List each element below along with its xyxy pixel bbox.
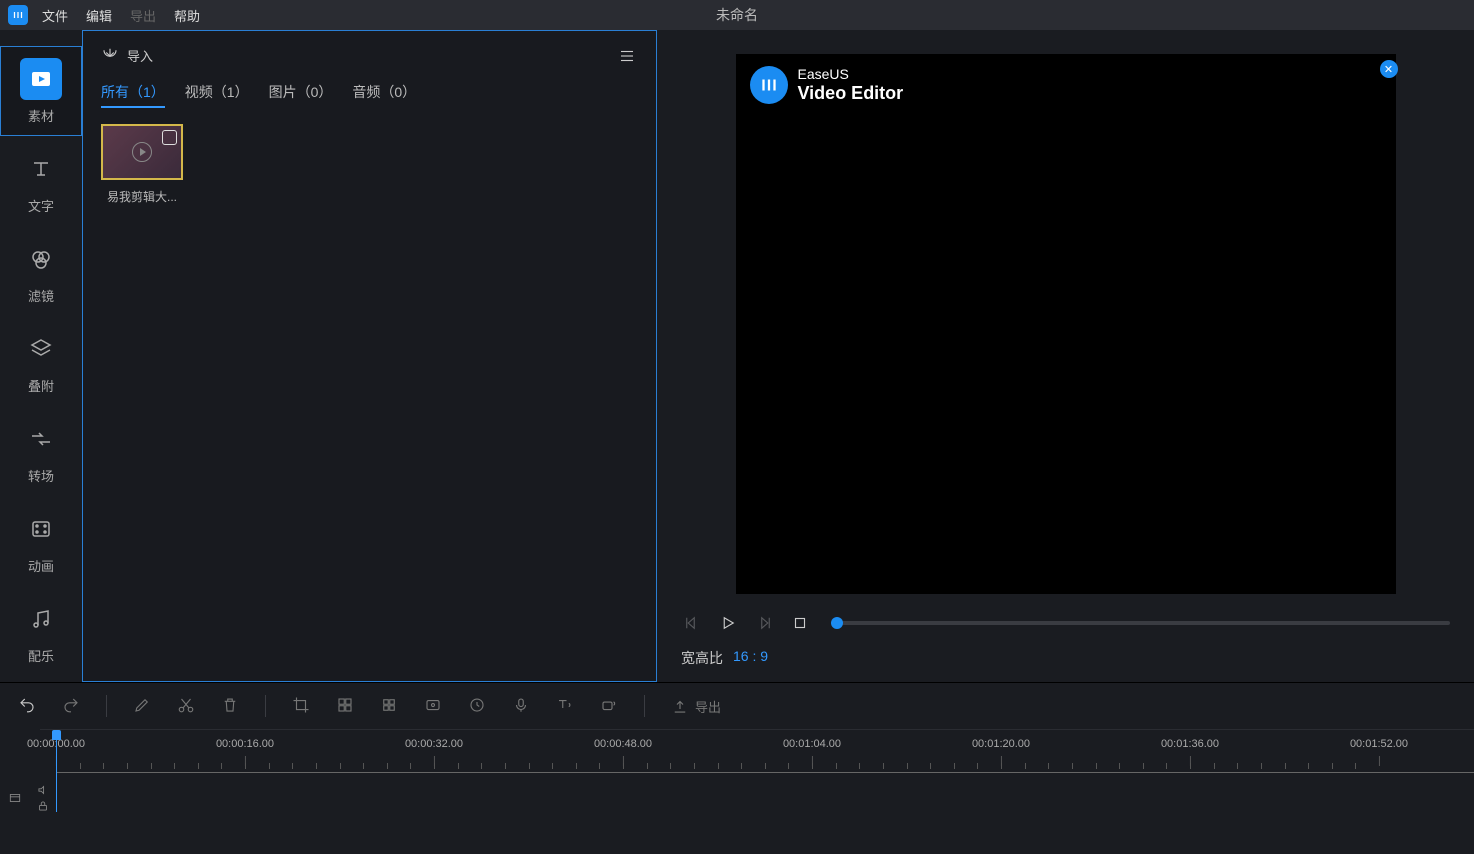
- view-toggle-button[interactable]: [618, 47, 636, 68]
- edit-button[interactable]: [133, 696, 151, 717]
- redo-button[interactable]: [62, 696, 80, 717]
- watermark-logo-icon: [750, 66, 788, 104]
- undo-button[interactable]: [18, 696, 36, 717]
- voiceover-button[interactable]: [512, 696, 530, 717]
- next-frame-button[interactable]: [753, 612, 775, 634]
- ruler-tick: 00:01:04.00: [783, 738, 841, 750]
- transition-icon: [20, 418, 62, 460]
- media-item[interactable]: 易我剪辑大...: [101, 124, 183, 205]
- overlay-icon: [20, 328, 62, 370]
- export-label: 导出: [695, 697, 721, 716]
- timeline-tracks: [0, 773, 1474, 823]
- filter-icon: [20, 238, 62, 280]
- animation-icon: [20, 508, 62, 550]
- timeline-area: 导出 00:00:00.0000:00:16.0000:00:32.0000:0…: [0, 682, 1474, 854]
- preview-panel: EaseUS Video Editor ✕: [657, 30, 1474, 682]
- sidebar-label-music: 配乐: [28, 646, 54, 665]
- tab-video[interactable]: 视频（1）: [185, 82, 249, 108]
- sidebar: 素材 文字 滤镜 叠附 转场: [0, 30, 82, 682]
- media-name: 易我剪辑大...: [107, 188, 177, 205]
- playback-controls: 宽高比 16 : 9: [657, 602, 1474, 682]
- prev-frame-button[interactable]: [681, 612, 703, 634]
- zoom-button[interactable]: [380, 696, 398, 717]
- import-icon: [101, 45, 119, 66]
- sidebar-item-transition[interactable]: 转场: [0, 406, 82, 496]
- mosaic-button[interactable]: [336, 696, 354, 717]
- watermark-line1: EaseUS: [798, 66, 904, 83]
- ruler-tick: 00:01:52.00: [1350, 738, 1408, 750]
- timeline-toolbar: 导出: [0, 683, 1474, 729]
- media-library-panel: 导入 所有（1） 视频（1） 图片（0） 音频（0） 易我剪辑大...: [82, 30, 657, 682]
- media-thumbnail[interactable]: [101, 124, 183, 180]
- sidebar-label-text: 文字: [28, 196, 54, 215]
- sidebar-item-overlay[interactable]: 叠附: [0, 316, 82, 406]
- import-button[interactable]: 导入: [101, 45, 153, 66]
- aspect-ratio-label: 宽高比: [681, 648, 723, 668]
- playback-scrubber[interactable]: [837, 621, 1450, 625]
- sidebar-label-overlay: 叠附: [28, 376, 54, 395]
- sidebar-item-media[interactable]: 素材: [0, 46, 82, 136]
- toolbar-divider: [644, 695, 645, 717]
- tab-all[interactable]: 所有（1）: [101, 82, 165, 108]
- ruler-tick: 00:00:48.00: [594, 738, 652, 750]
- track-mute-lock[interactable]: [36, 783, 50, 813]
- menubar: 文件 编辑 导出 帮助 未命名: [0, 0, 1474, 30]
- aspect-ratio-value[interactable]: 16 : 9: [733, 648, 768, 668]
- play-button[interactable]: [717, 612, 739, 634]
- ruler-tick: 00:00:32.00: [405, 738, 463, 750]
- ruler-tick: 00:00:16.00: [216, 738, 274, 750]
- list-view-icon: [618, 53, 636, 68]
- menu-file[interactable]: 文件: [42, 6, 68, 25]
- project-title: 未命名: [716, 5, 758, 25]
- library-tabs: 所有（1） 视频（1） 图片（0） 音频（0）: [83, 72, 656, 112]
- delete-button[interactable]: [221, 696, 239, 717]
- watermark-line2: Video Editor: [798, 83, 904, 105]
- sidebar-label-animation: 动画: [28, 556, 54, 575]
- text-icon: [20, 148, 62, 190]
- sidebar-item-filter[interactable]: 滤镜: [0, 226, 82, 316]
- ruler-tick: 00:01:36.00: [1161, 738, 1219, 750]
- music-icon: [20, 598, 62, 640]
- sidebar-item-text[interactable]: 文字: [0, 136, 82, 226]
- cut-button[interactable]: [177, 696, 195, 717]
- import-label: 导入: [127, 46, 153, 65]
- text-to-speech-button[interactable]: [556, 696, 574, 717]
- library-content: 易我剪辑大...: [83, 112, 656, 681]
- close-watermark-button[interactable]: ✕: [1380, 60, 1398, 78]
- freeze-button[interactable]: [424, 696, 442, 717]
- menu-export: 导出: [130, 6, 156, 25]
- speech-to-text-button[interactable]: [600, 696, 618, 717]
- sidebar-item-music[interactable]: 配乐: [0, 586, 82, 676]
- menu-edit[interactable]: 编辑: [86, 6, 112, 25]
- toolbar-divider: [106, 695, 107, 717]
- watermark: EaseUS Video Editor: [750, 66, 904, 104]
- menu-help[interactable]: 帮助: [174, 6, 200, 25]
- sidebar-label-transition: 转场: [28, 466, 54, 485]
- crop-button[interactable]: [292, 696, 310, 717]
- timeline-ruler[interactable]: 00:00:00.0000:00:16.0000:00:32.0000:00:4…: [40, 729, 1474, 773]
- scrubber-thumb[interactable]: [831, 617, 843, 629]
- media-icon: [20, 58, 62, 100]
- ruler-tick: 00:01:20.00: [972, 738, 1030, 750]
- preview-canvas[interactable]: EaseUS Video Editor ✕: [736, 54, 1396, 594]
- track-header-button[interactable]: [8, 791, 30, 805]
- sidebar-label-media: 素材: [28, 106, 54, 125]
- tab-image[interactable]: 图片（0）: [269, 82, 333, 108]
- stop-button[interactable]: [789, 612, 811, 634]
- play-preview-icon: [132, 142, 152, 162]
- tab-audio[interactable]: 音频（0）: [352, 82, 416, 108]
- sidebar-label-filter: 滤镜: [28, 286, 54, 305]
- sidebar-item-animation[interactable]: 动画: [0, 496, 82, 586]
- export-button[interactable]: 导出: [671, 697, 721, 716]
- duration-button[interactable]: [468, 696, 486, 717]
- add-to-timeline-icon[interactable]: [162, 130, 177, 145]
- app-logo-icon: [8, 5, 28, 25]
- toolbar-divider: [265, 695, 266, 717]
